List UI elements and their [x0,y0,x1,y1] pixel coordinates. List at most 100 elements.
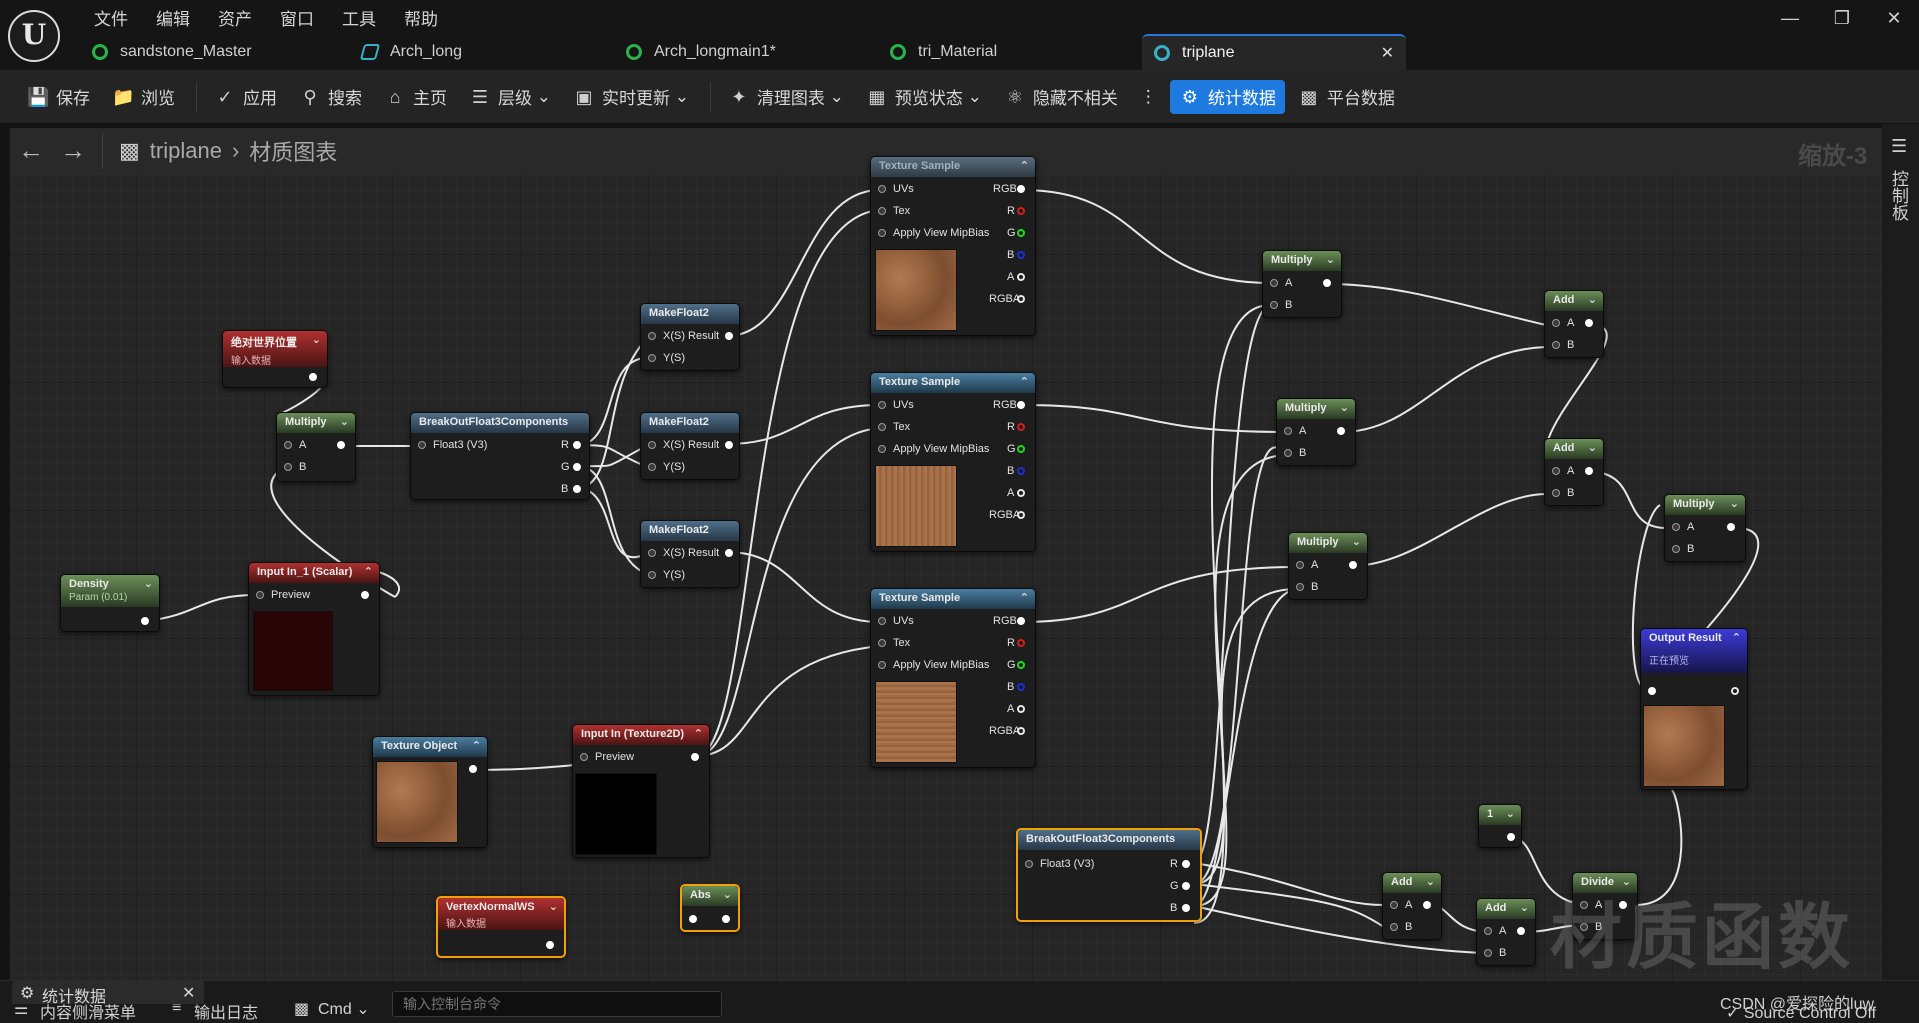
output-pin[interactable] [1727,523,1735,531]
tab-sandstone-master[interactable]: sandstone_Master [80,34,350,70]
output-pin[interactable] [1585,467,1593,475]
home-button[interactable]: ⌂ 主页 [375,80,456,114]
palette-tab[interactable]: 控制板 [1889,170,1911,221]
node-input-scalar[interactable]: Input In_1 (Scalar) ⌃ Preview [248,562,380,696]
node-makefloat2[interactable]: MakeFloat2 X(S) Result Y(S) [640,303,740,371]
live-update-dropdown[interactable]: ▣ 实时更新 ⌄ [564,80,698,114]
node-constant[interactable]: 1 ⌄ [1478,804,1522,848]
menu-help[interactable]: 帮助 [394,3,448,32]
breadcrumb-function[interactable]: triplane [150,138,222,164]
node-multiply[interactable]: Multiply ⌄ A B [276,412,356,482]
output-pin[interactable] [725,332,733,340]
input-pin[interactable] [648,463,656,471]
forward-arrow-icon[interactable]: → [52,131,94,171]
input-pin[interactable] [648,354,656,362]
output-pin[interactable] [1017,401,1025,409]
tab-triplane[interactable]: triplane ✕ [1142,34,1406,70]
browse-button[interactable]: 📁 浏览 [103,80,184,114]
input-pin[interactable] [878,401,886,409]
output-pin[interactable] [573,463,581,471]
chevron-down-icon[interactable]: ⌄ [549,900,558,913]
output-pin[interactable] [722,915,730,923]
back-arrow-icon[interactable]: ← [10,131,52,171]
input-pin[interactable] [256,591,264,599]
output-pin[interactable] [1182,882,1190,890]
chevron-down-icon[interactable]: ⌄ [1520,901,1529,914]
menu-tools[interactable]: 工具 [332,3,386,32]
chevron-down-icon[interactable]: ⌄ [1588,441,1597,454]
node-texture-object[interactable]: Texture Object ⌃ [372,736,488,848]
output-pin[interactable] [1017,617,1025,625]
input-pin[interactable] [1390,901,1398,909]
node-texture-sample[interactable]: Texture Sample ⌃ UVs Tex Apply View MipBi… [870,156,1036,336]
minimize-icon[interactable]: — [1775,8,1805,29]
input-pin[interactable] [1284,427,1292,435]
output-pin[interactable] [141,617,149,625]
chevron-up-icon[interactable]: ⌃ [1020,591,1029,604]
chevron-up-icon[interactable]: ⌃ [364,565,373,578]
close-icon[interactable]: ✕ [182,983,195,1003]
output-pin-alpha[interactable] [1017,705,1025,713]
output-pin[interactable] [1323,279,1331,287]
output-pin-red[interactable] [1017,207,1025,215]
node-output-result[interactable]: Output Result 正在预览 ⌃ [1640,628,1748,790]
output-pin[interactable] [1182,860,1190,868]
close-tab-icon[interactable]: ✕ [1381,43,1394,63]
output-pin[interactable] [1017,185,1025,193]
node-vertex-normal-ws[interactable]: VertexNormalWS 输入数据 ⌄ [436,896,566,958]
node-add[interactable]: Add ⌄ A B [1544,438,1604,506]
input-pin[interactable] [878,617,886,625]
output-pin-green[interactable] [1017,445,1025,453]
chevron-down-icon[interactable]: ⌄ [1730,497,1739,510]
input-pin[interactable] [648,549,656,557]
input-pin[interactable] [878,445,886,453]
output-pin[interactable] [573,441,581,449]
output-pin[interactable] [361,591,369,599]
input-pin[interactable] [689,915,697,923]
output-pin[interactable] [725,549,733,557]
node-multiply[interactable]: Multiply ⌄ A B [1262,250,1342,318]
output-pin[interactable] [1585,319,1593,327]
output-pin[interactable] [1337,427,1345,435]
input-pin[interactable] [878,207,886,215]
output-pin-green[interactable] [1017,661,1025,669]
menu-file[interactable]: 文件 [84,3,138,32]
menu-icon[interactable]: ☰ [1891,136,1907,157]
node-multiply[interactable]: Multiply ⌄ A B [1288,532,1368,600]
stats-tab[interactable]: ⚙ 统计数据 ✕ [12,980,204,1006]
input-pin[interactable] [580,753,588,761]
apply-button[interactable]: ✓ 应用 [205,80,286,114]
output-pin[interactable] [1517,927,1525,935]
input-pin[interactable] [878,639,886,647]
input-pin[interactable] [1270,279,1278,287]
output-pin-rgba[interactable] [1017,295,1025,303]
input-pin[interactable] [1672,545,1680,553]
chevron-down-icon[interactable]: ⌄ [1352,535,1361,548]
output-pin[interactable] [309,373,317,381]
save-button[interactable]: 💾 保存 [18,80,99,114]
node-makefloat2[interactable]: MakeFloat2 X(S) Result Y(S) [640,412,740,480]
output-pin[interactable] [1507,833,1515,841]
output-pin[interactable] [1182,904,1190,912]
chevron-up-icon[interactable]: ⌃ [694,727,703,740]
chevron-down-icon[interactable]: ⌄ [1506,807,1515,820]
input-pin[interactable] [878,423,886,431]
node-abs[interactable]: Abs ⌄ [680,884,740,932]
chevron-up-icon[interactable]: ⌃ [1732,631,1741,644]
stats-button[interactable]: ⚙ 统计数据 [1169,79,1285,114]
input-pin[interactable] [1552,489,1560,497]
output-pin-rgba[interactable] [1017,727,1025,735]
breadcrumb-graph[interactable]: 材质图表 [249,135,337,167]
input-pin[interactable] [1648,687,1656,695]
input-pin[interactable] [878,229,886,237]
input-pin[interactable] [284,463,292,471]
input-pin[interactable] [1484,949,1492,957]
input-pin[interactable] [1552,341,1560,349]
search-button[interactable]: ⚲ 搜索 [290,80,371,114]
node-absolute-world-position[interactable]: 绝对世界位置 输入数据 ⌄ [222,330,328,388]
chevron-down-icon[interactable]: ⌄ [1340,401,1349,414]
chevron-up-icon[interactable]: ⌃ [1020,375,1029,388]
platform-stats-button[interactable]: ▩ 平台数据 [1289,80,1404,114]
input-pin[interactable] [648,441,656,449]
node-add[interactable]: Add ⌄ A B [1382,872,1442,940]
